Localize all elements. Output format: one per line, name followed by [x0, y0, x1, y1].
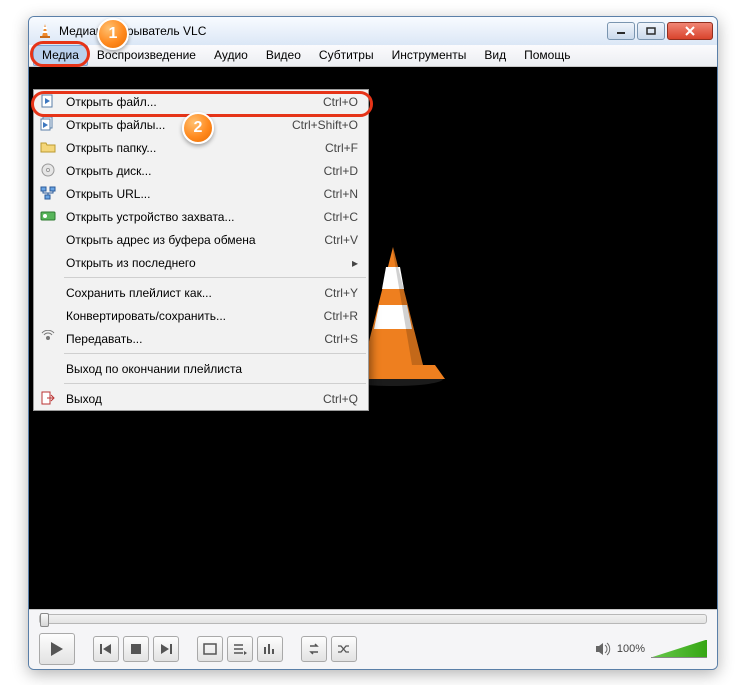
- prev-button[interactable]: [93, 636, 119, 662]
- vlc-cone-icon: [37, 23, 53, 39]
- volume-control[interactable]: 100%: [595, 640, 707, 658]
- menu-label: Сохранить плейлист как...: [66, 286, 212, 300]
- annotation-marker-2: 2: [182, 112, 214, 144]
- menu-label: Открыть файл...: [66, 95, 157, 109]
- exit-icon: [40, 390, 56, 406]
- folder-icon: [40, 139, 56, 155]
- capture-icon: [40, 208, 56, 224]
- menu-open-file[interactable]: Открыть файл... Ctrl+O: [34, 90, 368, 113]
- annotation-marker-1: 1: [97, 18, 129, 50]
- menu-shortcut: Ctrl+D: [324, 164, 358, 178]
- menu-shortcut: Ctrl+S: [324, 332, 358, 346]
- menu-quit-after[interactable]: Выход по окончании плейлиста: [34, 357, 368, 380]
- seek-thumb[interactable]: [40, 613, 49, 627]
- playlist-button[interactable]: [227, 636, 253, 662]
- video-area: Открыть файл... Ctrl+O Открыть файлы... …: [29, 67, 717, 609]
- menu-audio[interactable]: Аудио: [205, 45, 257, 66]
- menu-separator: [64, 383, 366, 384]
- menu-label: Открыть URL...: [66, 187, 150, 201]
- network-icon: [40, 185, 56, 201]
- minimize-button[interactable]: [607, 22, 635, 40]
- menu-label: Открыть файлы...: [66, 118, 165, 132]
- maximize-button[interactable]: [637, 22, 665, 40]
- equalizer-button[interactable]: [257, 636, 283, 662]
- menu-label: Открыть адрес из буфера обмена: [66, 233, 256, 247]
- menu-open-capture[interactable]: Открыть устройство захвата... Ctrl+C: [34, 205, 368, 228]
- stream-icon: [40, 330, 56, 346]
- menu-video[interactable]: Видео: [257, 45, 310, 66]
- menu-label: Открыть папку...: [66, 141, 156, 155]
- menu-shortcut: Ctrl+Shift+O: [292, 118, 358, 132]
- menu-shortcut: Ctrl+O: [323, 95, 358, 109]
- menu-shortcut: Ctrl+F: [325, 141, 358, 155]
- play-button[interactable]: [39, 633, 75, 665]
- menu-shortcut: Ctrl+Q: [323, 392, 358, 406]
- menu-label: Конвертировать/сохранить...: [66, 309, 226, 323]
- menu-open-url[interactable]: Открыть URL... Ctrl+N: [34, 182, 368, 205]
- next-button[interactable]: [153, 636, 179, 662]
- menu-tools[interactable]: Инструменты: [383, 45, 476, 66]
- volume-percent: 100%: [617, 643, 645, 655]
- menu-help[interactable]: Помощь: [515, 45, 579, 66]
- menubar: Медиа Воспроизведение Аудио Видео Субтит…: [29, 45, 717, 67]
- menu-open-clipboard[interactable]: Открыть адрес из буфера обмена Ctrl+V: [34, 228, 368, 251]
- app-window: Медиапроигрыватель VLC Медиа Воспроизвед…: [28, 16, 718, 670]
- fullscreen-button[interactable]: [197, 636, 223, 662]
- seek-track[interactable]: [29, 610, 717, 628]
- menu-label: Открыть диск...: [66, 164, 151, 178]
- menu-separator: [64, 353, 366, 354]
- menu-label: Открыть устройство захвата...: [66, 210, 234, 224]
- menu-subtitles[interactable]: Субтитры: [310, 45, 383, 66]
- files-play-icon: [40, 116, 56, 132]
- menu-open-disc[interactable]: Открыть диск... Ctrl+D: [34, 159, 368, 182]
- file-play-icon: [40, 93, 56, 109]
- menu-shortcut: Ctrl+C: [324, 210, 358, 224]
- menu-shortcut: Ctrl+Y: [324, 286, 358, 300]
- controls-bar: 100%: [29, 609, 717, 669]
- menu-shortcut: Ctrl+N: [324, 187, 358, 201]
- volume-slider[interactable]: [651, 640, 707, 658]
- menu-save-playlist[interactable]: Сохранить плейлист как... Ctrl+Y: [34, 281, 368, 304]
- shuffle-button[interactable]: [331, 636, 357, 662]
- menu-media[interactable]: Медиа: [33, 45, 88, 66]
- menu-label: Открыть из последнего: [66, 256, 196, 270]
- menu-exit[interactable]: Выход Ctrl+Q: [34, 387, 368, 410]
- loop-button[interactable]: [301, 636, 327, 662]
- menu-convert[interactable]: Конвертировать/сохранить... Ctrl+R: [34, 304, 368, 327]
- menu-separator: [64, 277, 366, 278]
- menu-view[interactable]: Вид: [475, 45, 515, 66]
- menu-label: Передавать...: [66, 332, 142, 346]
- window-title: Медиапроигрыватель VLC: [59, 24, 605, 38]
- titlebar: Медиапроигрыватель VLC: [29, 17, 717, 45]
- stop-button[interactable]: [123, 636, 149, 662]
- disc-icon: [40, 162, 56, 178]
- menu-label: Выход по окончании плейлиста: [66, 362, 242, 376]
- menu-shortcut: Ctrl+R: [324, 309, 358, 323]
- speaker-icon: [595, 642, 611, 656]
- menu-stream[interactable]: Передавать... Ctrl+S: [34, 327, 368, 350]
- menu-label: Выход: [66, 392, 102, 406]
- menu-open-recent[interactable]: Открыть из последнего: [34, 251, 368, 274]
- close-button[interactable]: [667, 22, 713, 40]
- menu-shortcut: Ctrl+V: [324, 233, 358, 247]
